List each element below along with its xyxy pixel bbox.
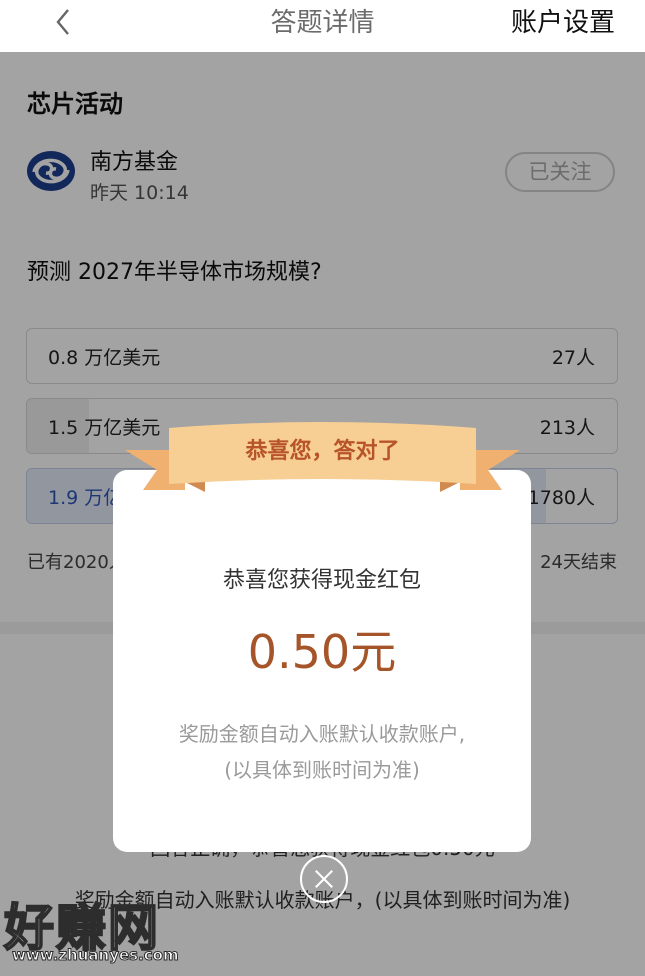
reward-note: 奖励金额自动入账默认收款账户, <box>178 722 466 746</box>
reward-note-2: (以具体到账时间为准) <box>224 758 420 782</box>
reward-dialog: 恭喜您获得现金红包 0.50元 奖励金额自动入账默认收款账户, (以具体到账时间… <box>113 470 531 852</box>
account-settings-link[interactable]: 账户设置 <box>511 2 615 39</box>
top-nav-bar: 答题详情 账户设置 <box>0 0 645 52</box>
reward-heading: 恭喜您获得现金红包 <box>222 568 421 593</box>
close-icon[interactable] <box>300 855 348 903</box>
ribbon-title: 恭喜您，答对了 <box>245 439 400 464</box>
reward-amount: 0.50元 <box>247 625 397 679</box>
watermark-url: www.zhuanyes.com <box>12 946 180 965</box>
